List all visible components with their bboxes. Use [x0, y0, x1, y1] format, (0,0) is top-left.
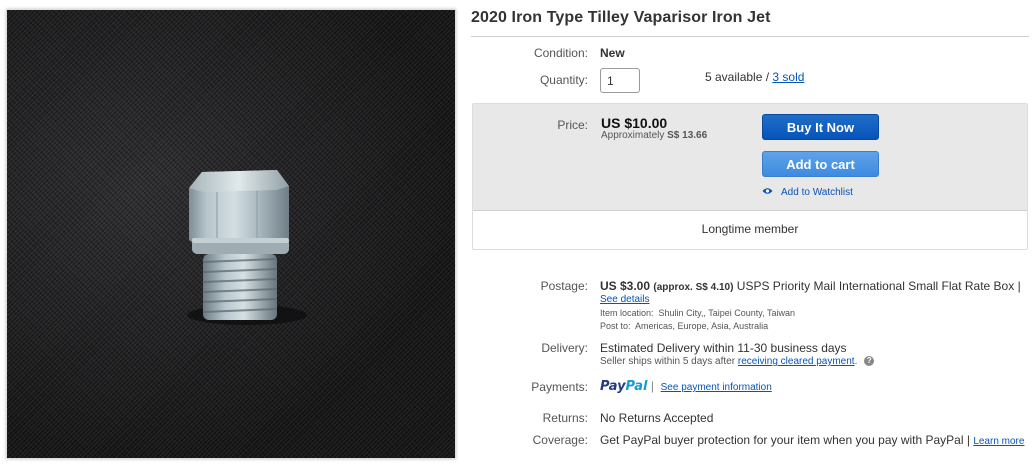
eye-icon [762, 187, 773, 198]
price-label: Price: [557, 118, 588, 132]
seller-ships-note: Seller ships within 5 days after receivi… [600, 356, 875, 367]
product-photo[interactable] [6, 9, 456, 459]
help-icon[interactable]: ? [864, 356, 875, 367]
item-location: Item location: Shulin City,, Taipei Coun… [600, 308, 795, 318]
condition-value: New [600, 46, 625, 60]
learn-more-link[interactable]: Learn more [973, 436, 1024, 447]
quantity-label: Quantity: [539, 73, 588, 87]
availability-separator: / [762, 70, 773, 84]
returns-value: No Returns Accepted [600, 411, 714, 425]
postage-label: Postage: [540, 279, 588, 293]
quantity-availability: 5 available / 3 sold [705, 70, 804, 84]
see-payment-information-link[interactable]: See payment information [661, 382, 772, 393]
item-title: 2020 Iron Type Tilley Vaparisor Iron Jet [471, 9, 771, 26]
price-panel: Price: US $10.00 Approximately S$ 13.66 … [472, 103, 1028, 250]
delivery-label: Delivery: [541, 341, 588, 355]
cleared-payment-link[interactable]: receiving cleared payment [738, 356, 855, 367]
price-amount: US $10.00 [601, 115, 668, 131]
paypal-logo: PayPal [600, 379, 648, 394]
add-to-cart-button[interactable]: Add to cart [762, 151, 879, 177]
quantity-input[interactable] [600, 68, 640, 93]
postage-amount: US $3.00 [600, 279, 651, 293]
payments-line: PayPal | See payment information [600, 379, 772, 394]
see-details-link[interactable]: See details [600, 294, 649, 305]
postage-approx: (approx. S$ 4.10) [653, 282, 734, 293]
price-panel-divider [473, 210, 1027, 211]
available-count: 5 available [705, 70, 763, 84]
delivery-estimate: Estimated Delivery within 11-30 business… [600, 341, 847, 355]
condition-label: Condition: [533, 46, 588, 60]
coverage-label: Coverage: [532, 433, 588, 447]
payments-label: Payments: [531, 380, 588, 394]
buy-it-now-button[interactable]: Buy It Now [762, 114, 879, 140]
coverage-text: Get PayPal buyer protection for your ite… [600, 433, 1025, 447]
sold-count-link[interactable]: 3 sold [772, 70, 804, 84]
postage-line: US $3.00 (approx. S$ 4.10) USPS Priority… [600, 279, 1021, 293]
price-approx-value: S$ 13.66 [667, 130, 708, 141]
post-to: Post to: Americas, Europe, Asia, Austral… [600, 321, 769, 331]
add-to-watchlist-link[interactable]: Add to Watchlist [762, 187, 853, 198]
returns-label: Returns: [542, 411, 588, 425]
jet-fitting-image [187, 170, 307, 325]
price-approx-label: Approximately [601, 130, 665, 141]
watchlist-label: Add to Watchlist [781, 187, 853, 198]
seller-member-status: Longtime member [701, 222, 799, 236]
title-divider [471, 36, 1029, 37]
postage-service: USPS Priority Mail International Small F… [736, 279, 1021, 293]
price-approx: Approximately S$ 13.66 [601, 130, 707, 141]
